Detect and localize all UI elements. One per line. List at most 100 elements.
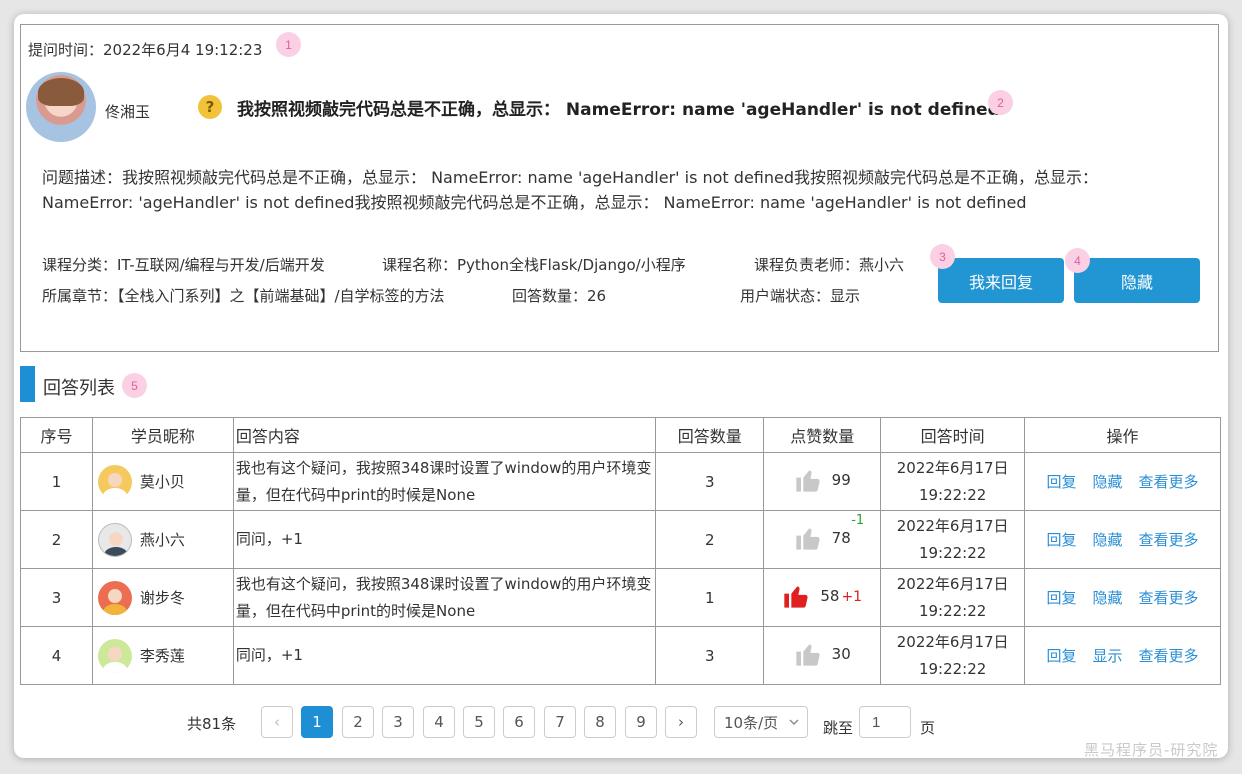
table-header-row: 序号 学员昵称 回答内容 回答数量 点赞数量 回答时间 操作: [20, 417, 1221, 453]
avatar: [97, 464, 132, 499]
table-row: 3 谢步冬 我也有这个疑问，我按照348课时设置了window的用户环境变量，但…: [20, 568, 1221, 627]
course-chapter: 所属章节：【全栈入门系列】之【前端基础】/自学标签的方法: [42, 287, 445, 305]
hide-link[interactable]: 隐藏: [1093, 529, 1123, 550]
marker-5: 5: [122, 373, 147, 398]
col-content: 回答内容: [232, 417, 657, 453]
answer-content: 我也有这个疑问，我按照348课时设置了window的用户环境变量，但在代码中pr…: [232, 452, 657, 511]
like-count: 58: [820, 586, 840, 605]
nickname: 谢步冬: [139, 589, 185, 607]
question-mark-icon: ?: [198, 95, 222, 119]
course-name: 课程名称：Python全栈Flask/Django/小程序: [382, 256, 686, 274]
col-likes: 点赞数量: [763, 417, 882, 453]
page-suffix: 页: [920, 719, 936, 737]
page-1[interactable]: 1: [301, 706, 333, 738]
marker-2: 2: [988, 90, 1013, 115]
jump-label: 跳至: [823, 719, 854, 737]
col-index: 序号: [20, 417, 93, 453]
avatar: [97, 580, 132, 615]
answer-time: 2022年6月17日 19:22:22: [880, 452, 1026, 511]
row-index: 3: [20, 568, 93, 627]
chevron-down-icon: [789, 719, 799, 725]
row-index: 1: [20, 452, 93, 511]
marker-3: 3: [930, 244, 955, 269]
course-teacher: 课程负责老师：燕小六: [754, 256, 905, 274]
next-page-button[interactable]: ›: [665, 706, 697, 738]
col-nickname: 学员昵称: [91, 417, 234, 453]
question-panel: 提问时间：2022年6月4 19:12:23 1 佟湘玉 ? 我按照视频敲完代码…: [20, 24, 1219, 352]
answer-content: 我也有这个疑问，我按照348课时设置了window的用户环境变量，但在代码中pr…: [232, 568, 657, 627]
nickname: 燕小六: [139, 531, 185, 549]
marker-1: 1: [276, 32, 301, 57]
prev-page-button[interactable]: ‹: [261, 706, 293, 738]
answer-time: 2022年6月17日 19:22:22: [880, 510, 1026, 569]
like-delta: +1: [841, 588, 863, 605]
answer-count: 回答数量：26: [512, 287, 607, 305]
like-control[interactable]: 58 +1: [782, 582, 862, 610]
table-row: 2 燕小六 同问，+1 2 -1 78 2022年6月17日 19:22:22 …: [20, 510, 1221, 569]
marker-4: 4: [1065, 248, 1090, 273]
page-5[interactable]: 5: [463, 706, 495, 738]
nickname: 李秀莲: [139, 647, 185, 665]
answers-section-title: 回答列表: [43, 378, 115, 399]
page-7[interactable]: 7: [544, 706, 576, 738]
answer-content: 同问，+1: [232, 626, 657, 685]
view-more-link[interactable]: 查看更多: [1139, 645, 1199, 666]
reply-link[interactable]: 回复: [1047, 471, 1077, 492]
row-index: 2: [20, 510, 93, 569]
like-control[interactable]: 30: [794, 640, 851, 668]
watermark: 黑马程序员-研究院: [1084, 741, 1219, 759]
thumbs-up-icon: [795, 470, 820, 492]
view-more-link[interactable]: 查看更多: [1139, 529, 1199, 550]
answer-content: 同问，+1: [232, 510, 657, 569]
like-control[interactable]: 78: [794, 524, 851, 552]
page-size-value: 10条/页: [724, 713, 779, 732]
reply-link[interactable]: 回复: [1047, 529, 1077, 550]
reply-count: 1: [655, 568, 765, 627]
like-delta: -1: [851, 513, 865, 528]
answer-time: 2022年6月17日 19:22:22: [880, 568, 1026, 627]
reply-link[interactable]: 回复: [1047, 587, 1077, 608]
page-3[interactable]: 3: [382, 706, 414, 738]
reply-link[interactable]: 回复: [1047, 645, 1077, 666]
view-more-link[interactable]: 查看更多: [1139, 471, 1199, 492]
col-actions: 操作: [1024, 417, 1221, 453]
author-name: 佟湘玉: [105, 103, 151, 121]
nickname: 莫小贝: [139, 473, 185, 491]
avatar: [97, 522, 132, 557]
table-row: 4 李秀莲 同问，+1 3 30 2022年6月17日 19:22:22 回复 …: [20, 626, 1221, 685]
reply-count: 2: [655, 510, 765, 569]
thumbs-up-icon: [795, 644, 820, 666]
page-9[interactable]: 9: [625, 706, 657, 738]
show-link[interactable]: 显示: [1093, 645, 1123, 666]
course-category: 课程分类：IT-互联网/编程与开发/后端开发: [42, 256, 325, 274]
thumbs-up-icon: [795, 528, 820, 550]
table-row: 1 莫小贝 我也有这个疑问，我按照348课时设置了window的用户环境变量，但…: [20, 452, 1221, 511]
jump-page-input[interactable]: [859, 706, 911, 738]
like-count: 99: [831, 470, 851, 489]
row-index: 4: [20, 626, 93, 685]
question-title: 我按照视频敲完代码总是不正确，总显示： NameError: name 'age…: [237, 100, 1000, 120]
author-avatar: [26, 72, 96, 142]
avatar: [97, 638, 132, 673]
pagination-total: 共81条: [187, 715, 237, 733]
page-6[interactable]: 6: [503, 706, 535, 738]
like-control[interactable]: 99: [794, 466, 851, 494]
page-4[interactable]: 4: [423, 706, 455, 738]
answers-table: 序号 学员昵称 回答内容 回答数量 点赞数量 回答时间 操作 1 莫小贝 我也有…: [20, 417, 1221, 685]
like-count: 78: [831, 528, 851, 547]
col-time: 回答时间: [880, 417, 1026, 453]
page-2[interactable]: 2: [342, 706, 374, 738]
answer-time: 2022年6月17日 19:22:22: [880, 626, 1026, 685]
question-description: 问题描述：我按照视频敲完代码总是不正确，总显示： NameError: name…: [42, 168, 1099, 212]
reply-count: 3: [655, 452, 765, 511]
view-more-link[interactable]: 查看更多: [1139, 587, 1199, 608]
reply-button[interactable]: 我来回复: [938, 258, 1064, 303]
section-accent-bar: [20, 366, 35, 402]
like-count: 30: [831, 644, 851, 663]
hide-link[interactable]: 隐藏: [1093, 587, 1123, 608]
col-reply-count: 回答数量: [655, 417, 765, 453]
page-8[interactable]: 8: [584, 706, 616, 738]
hide-link[interactable]: 隐藏: [1093, 471, 1123, 492]
hide-button[interactable]: 隐藏: [1074, 258, 1200, 303]
page-size-select[interactable]: 10条/页: [714, 706, 808, 738]
